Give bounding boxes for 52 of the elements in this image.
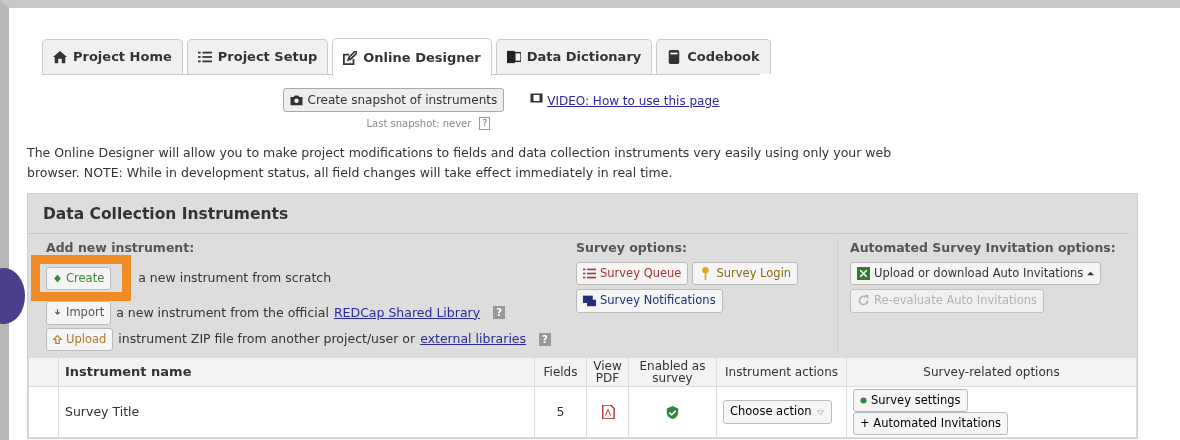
- section-heading: Survey options:: [576, 239, 688, 258]
- create-button[interactable]: Create: [46, 267, 112, 291]
- survey-option-button[interactable]: Survey Notifications: [576, 289, 723, 313]
- import-button[interactable]: Import: [46, 301, 112, 325]
- library-link[interactable]: REDCap Shared Library: [333, 303, 481, 323]
- column-header: Enabled as survey: [628, 357, 717, 387]
- section-heading: Add new instrument:: [46, 239, 196, 258]
- tab[interactable]: Codebook: [656, 39, 771, 74]
- download-icon: [53, 308, 62, 318]
- book-icon: [667, 50, 682, 64]
- section-heading: Automated Survey Invitation options:: [850, 239, 1116, 258]
- list-icon: [197, 50, 212, 64]
- caret-icon: [815, 408, 825, 416]
- help-icon[interactable]: ?: [479, 117, 491, 130]
- snapshot-button[interactable]: Create snapshot of instruments: [282, 88, 505, 112]
- list-icon: [583, 267, 596, 281]
- description-text: a new instrument from the official: [116, 303, 329, 322]
- description-text: a new instrument from scratch: [138, 269, 332, 288]
- home-icon: [53, 50, 67, 64]
- film-icon: [530, 92, 544, 104]
- panel-title: Data Collection Instruments: [28, 194, 1129, 235]
- edit-icon: [343, 50, 358, 65]
- caret-icon: [1087, 270, 1095, 278]
- description-text: instrument ZIP file from another project/user or: [118, 329, 416, 348]
- spreadsheet-icon: [857, 267, 870, 281]
- camera-icon: [289, 94, 303, 106]
- refresh-icon: [857, 294, 870, 308]
- status-dot-icon: [860, 396, 867, 404]
- spreadsheet-icon: [506, 50, 521, 64]
- table-cell: Survey Title: [58, 386, 535, 438]
- invitations-button[interactable]: Upload or download Auto Invitations: [850, 262, 1102, 286]
- survey-button[interactable]: + Automated Invitations: [853, 412, 1009, 436]
- tab[interactable]: Project Setup: [186, 39, 329, 74]
- tab[interactable]: Data Dictionary: [495, 39, 653, 74]
- column-header: Fields: [534, 357, 587, 387]
- library-link[interactable]: external libraries: [420, 329, 527, 349]
- column-header: Survey-related options: [846, 357, 1137, 387]
- survey-option-button[interactable]: Survey Queue: [576, 262, 689, 286]
- upload-button[interactable]: Upload: [46, 327, 114, 351]
- column-header: Instrument name: [58, 357, 535, 387]
- snapshot-note: Last snapshot: never: [366, 117, 472, 131]
- action-dropdown[interactable]: Choose action: [723, 400, 832, 424]
- pdf-icon: [600, 405, 615, 420]
- table-cell: 5: [534, 386, 587, 438]
- survey-option-button[interactable]: Survey Login: [692, 262, 799, 286]
- intro-paragraph: The Online Designer will allow you to make project modifications to fields and data collection instruments very easily using only your web browser. NOTE: While in development status, all field changes will take effect immediately in real time.: [27, 144, 893, 182]
- tab[interactable]: Online Designer: [332, 38, 492, 76]
- column-header: Instrument actions: [716, 357, 847, 387]
- column-header: View PDF: [586, 357, 629, 387]
- tab[interactable]: Project Home: [42, 39, 183, 74]
- video-link[interactable]: VIDEO: How to use this page: [547, 92, 720, 110]
- survey-button[interactable]: Survey settings: [853, 388, 968, 412]
